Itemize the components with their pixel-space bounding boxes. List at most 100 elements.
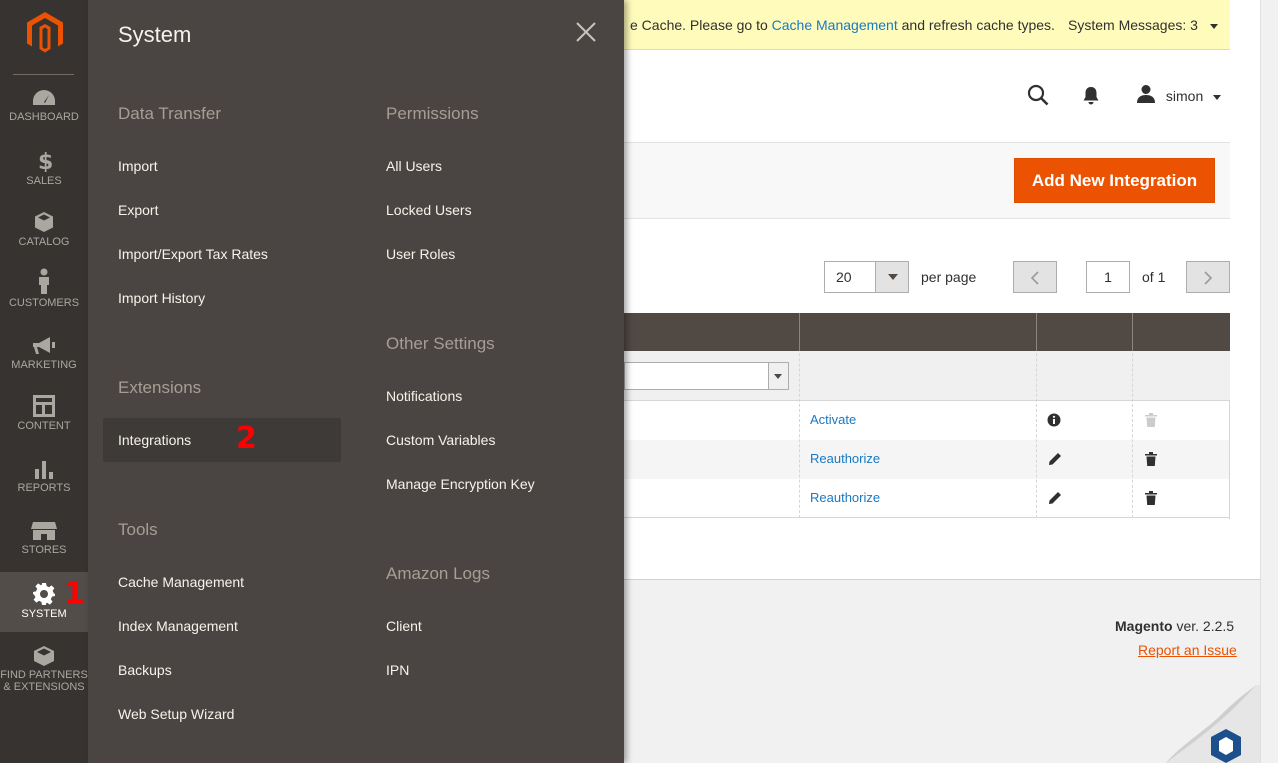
svg-text:$: $ <box>38 150 52 172</box>
menu-link-all-users[interactable]: All Users <box>386 158 442 174</box>
chevron-down-icon <box>1209 23 1218 29</box>
magento-logo[interactable] <box>25 12 65 54</box>
nav-label: CUSTOMERS <box>8 297 80 309</box>
partners-icon <box>34 646 54 666</box>
page-curl-badge-icon[interactable] <box>1166 685 1260 763</box>
heading-data-transfer: Data Transfer <box>118 104 221 123</box>
page-total: of 1 <box>1142 269 1166 285</box>
per-page-value: 20 <box>836 269 852 285</box>
username: simon <box>1165 88 1204 104</box>
menu-link-user-roles[interactable]: User Roles <box>386 246 455 262</box>
bell-icon[interactable] <box>1082 86 1100 111</box>
heading-extensions: Extensions <box>118 378 202 397</box>
cache-message: e Cache. Please go to Cache Management a… <box>630 17 1055 33</box>
menu-link-import-history[interactable]: Import History <box>118 290 205 306</box>
nav-dashboard[interactable]: DASHBOARD <box>0 88 88 150</box>
bar-chart-icon <box>35 461 53 479</box>
nav-catalog[interactable]: CATALOG <box>0 211 88 273</box>
message-text: e Cache. Please go to <box>630 17 772 33</box>
menu-link-cache-management[interactable]: Cache Management <box>118 574 244 590</box>
page-number-input[interactable]: 1 <box>1086 261 1130 293</box>
menu-link-manage-encryption-key[interactable]: Manage Encryption Key <box>386 476 535 492</box>
menu-link-web-setup-wizard[interactable]: Web Setup Wizard <box>118 706 234 722</box>
add-new-integration-button[interactable]: Add New Integration <box>1014 158 1215 203</box>
system-message-bar: e Cache. Please go to Cache Management a… <box>624 0 1230 50</box>
nav-find-partners[interactable]: FIND PARTNERS & EXTENSIONS <box>0 645 88 705</box>
reauthorize-link[interactable]: Reauthorize <box>810 451 880 466</box>
system-messages-count: System Messages: 3 <box>1068 17 1198 33</box>
nav-label: REPORTS <box>17 482 71 494</box>
report-issue-link[interactable]: Report an Issue <box>1138 642 1237 658</box>
trash-icon[interactable] <box>1145 452 1157 466</box>
grid-border-right <box>1229 401 1230 519</box>
storefront-icon <box>31 522 57 540</box>
heading-permissions: Permissions <box>386 104 479 123</box>
pencil-icon[interactable] <box>1048 491 1062 505</box>
heading-other-settings: Other Settings <box>386 334 495 353</box>
header-divider <box>1036 313 1037 351</box>
nav-label: STORES <box>21 544 67 556</box>
nav-reports[interactable]: REPORTS <box>0 459 88 521</box>
grid-header <box>624 313 1230 351</box>
menu-link-ipn[interactable]: IPN <box>386 662 409 678</box>
nav-label: SALES <box>26 175 62 187</box>
menu-link-client[interactable]: Client <box>386 618 422 634</box>
menu-link-locked-users[interactable]: Locked Users <box>386 202 472 218</box>
close-icon[interactable] <box>574 20 598 44</box>
page-scrollbar[interactable] <box>1260 0 1278 763</box>
person-icon <box>39 268 49 294</box>
table-row: Activate <box>624 401 1230 440</box>
per-page-label: per page <box>921 269 977 285</box>
heading-amazon-logs: Amazon Logs <box>386 564 490 583</box>
prev-page-button[interactable] <box>1013 261 1057 293</box>
menu-link-index-management[interactable]: Index Management <box>118 618 238 634</box>
footer-brand: Magento <box>1115 618 1173 634</box>
status-filter-select[interactable] <box>624 362 789 390</box>
menu-link-import[interactable]: Import <box>118 158 158 174</box>
user-icon <box>1137 85 1155 103</box>
trash-icon[interactable] <box>1145 491 1157 505</box>
menu-link-backups[interactable]: Backups <box>118 662 172 678</box>
nav-label: CATALOG <box>18 236 70 248</box>
per-page-select[interactable]: 20 <box>824 261 909 293</box>
nav-label: DASHBOARD <box>9 111 79 123</box>
activate-link[interactable]: Activate <box>810 412 856 427</box>
logo-divider <box>13 74 74 75</box>
step-marker-2: 2 <box>236 421 257 456</box>
nav-marketing[interactable]: MARKETING <box>0 336 88 398</box>
flyout-title: System <box>118 22 192 47</box>
system-messages-toggle[interactable]: System Messages: 3 <box>1068 17 1218 33</box>
nav-customers[interactable]: CUSTOMERS <box>0 268 88 330</box>
menu-link-import-export-tax-rates[interactable]: Import/Export Tax Rates <box>118 246 268 262</box>
chevron-down-icon <box>875 262 908 292</box>
search-icon[interactable] <box>1027 84 1049 111</box>
footer-version: ver. 2.2.5 <box>1172 618 1235 634</box>
cache-management-link[interactable]: Cache Management <box>772 17 898 33</box>
header-divider <box>799 313 800 351</box>
system-menu-flyout: System Data Transfer Import Export Impor… <box>88 0 624 763</box>
menu-link-export[interactable]: Export <box>118 202 158 218</box>
info-icon[interactable] <box>1047 413 1061 427</box>
pencil-icon[interactable] <box>1048 452 1062 466</box>
user-menu[interactable]: simon <box>1136 84 1222 104</box>
dollar-icon: $ <box>38 150 52 172</box>
nav-label: MARKETING <box>11 359 77 371</box>
megaphone-icon <box>33 337 55 354</box>
step-marker-1: 1 <box>64 577 85 612</box>
menu-link-notifications[interactable]: Notifications <box>386 388 462 404</box>
heading-tools: Tools <box>118 520 158 539</box>
box-icon <box>35 212 53 232</box>
menu-link-integrations[interactable]: Integrations <box>118 432 191 448</box>
nav-content[interactable]: CONTENT <box>0 395 88 457</box>
chevron-right-icon <box>1204 271 1213 285</box>
nav-label-line2: & EXTENSIONS <box>3 681 85 693</box>
nav-label-line1: FIND PARTNERS <box>0 669 88 681</box>
message-text-end: and refresh cache types. <box>897 17 1055 33</box>
trash-icon-disabled <box>1145 413 1157 427</box>
menu-link-custom-variables[interactable]: Custom Variables <box>386 432 495 448</box>
next-page-button[interactable] <box>1186 261 1230 293</box>
reauthorize-link[interactable]: Reauthorize <box>810 490 880 505</box>
table-row: Reauthorize <box>624 479 1230 518</box>
nav-sales[interactable]: $ SALES <box>0 150 88 212</box>
gear-icon <box>33 583 55 605</box>
